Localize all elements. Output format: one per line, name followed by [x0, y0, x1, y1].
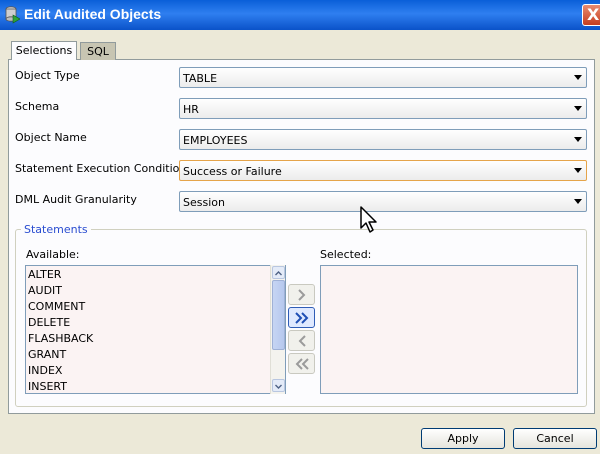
dml-audit-granularity-dropdown[interactable]: Session [179, 191, 587, 212]
schema-value: HR [183, 103, 199, 116]
chevron-down-icon [275, 384, 282, 389]
dml-audit-granularity-label: DML Audit Granularity [15, 193, 137, 206]
close-icon: X [587, 5, 600, 24]
object-name-dropdown[interactable]: EMPLOYEES [179, 129, 587, 150]
chevron-down-icon [574, 75, 582, 80]
object-name-value: EMPLOYEES [183, 134, 248, 147]
app-icon [5, 6, 20, 24]
selected-label: Selected: [320, 248, 372, 261]
statement-execution-condition-dropdown[interactable]: Success or Failure [179, 160, 587, 181]
chevron-down-icon [574, 199, 582, 204]
list-item[interactable]: INDEX [28, 364, 62, 377]
title-bar[interactable]: Edit Audited Objects X [0, 0, 600, 30]
available-list-scrollbar[interactable] [270, 265, 285, 394]
list-item[interactable]: COMMENT [28, 300, 85, 313]
list-item[interactable]: DELETE [28, 316, 70, 329]
cancel-button[interactable]: Cancel [513, 428, 597, 449]
move-right-button[interactable] [288, 284, 315, 305]
move-left-icon [298, 335, 306, 347]
scroll-up-button[interactable] [272, 266, 285, 279]
statements-group-title: Statements [21, 223, 91, 236]
chevron-down-icon [574, 168, 582, 173]
move-all-left-icon [295, 358, 309, 370]
move-left-button[interactable] [288, 330, 315, 351]
list-item[interactable]: GRANT [28, 348, 66, 361]
available-statements-list[interactable]: ALTER AUDIT COMMENT DELETE FLASHBACK GRA… [25, 265, 286, 394]
tab-selections[interactable]: Selections [11, 41, 77, 60]
chevron-down-icon [574, 106, 582, 111]
window-title: Edit Audited Objects [24, 6, 162, 22]
list-item[interactable]: INSERT [28, 380, 67, 393]
mouse-cursor-icon [360, 206, 377, 233]
schema-label: Schema [15, 100, 60, 113]
move-all-left-button[interactable] [288, 353, 315, 374]
scroll-down-button[interactable] [272, 379, 285, 392]
move-all-right-button[interactable] [288, 307, 315, 328]
apply-button[interactable]: Apply [421, 428, 505, 449]
list-item[interactable]: AUDIT [28, 284, 62, 297]
tab-sql[interactable]: SQL [80, 42, 116, 60]
move-all-right-icon [295, 312, 309, 324]
chevron-up-icon [275, 271, 282, 276]
object-type-dropdown[interactable]: TABLE [179, 67, 587, 88]
object-type-label: Object Type [15, 69, 80, 82]
list-item[interactable]: ALTER [28, 268, 61, 281]
move-right-icon [298, 289, 306, 301]
available-label: Available: [26, 248, 80, 261]
object-type-value: TABLE [183, 72, 218, 85]
list-item[interactable]: FLASHBACK [28, 332, 93, 345]
schema-dropdown[interactable]: HR [179, 98, 587, 119]
statement-execution-condition-label: Statement Execution Condition [15, 162, 187, 175]
close-button[interactable]: X [582, 4, 600, 26]
selected-statements-list[interactable] [320, 265, 578, 394]
object-name-label: Object Name [15, 131, 87, 144]
statement-execution-condition-value: Success or Failure [183, 165, 282, 178]
scrollbar-thumb[interactable] [272, 280, 285, 350]
chevron-down-icon [574, 137, 582, 142]
dml-audit-granularity-value: Session [183, 196, 225, 209]
